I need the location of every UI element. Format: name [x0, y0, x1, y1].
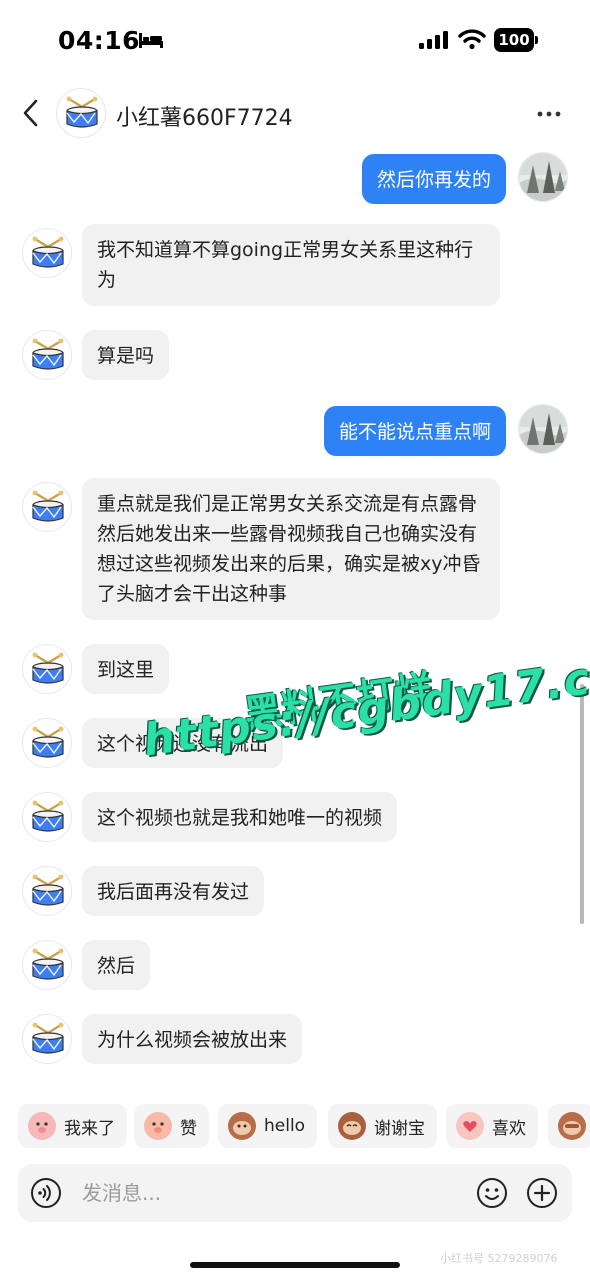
contact-avatar[interactable] — [22, 866, 72, 916]
message-row: 我不知道算不算going正常男女关系里这种行为 — [0, 224, 590, 308]
drum-icon — [32, 490, 64, 522]
message-bubble-incoming[interactable]: 为什么视频会被放出来 — [82, 1014, 303, 1064]
message-bubble-incoming[interactable]: 然后 — [82, 940, 151, 990]
drum-icon — [32, 726, 64, 758]
home-indicator[interactable] — [190, 1262, 400, 1268]
message-row: 能不能说点重点啊 — [0, 404, 590, 456]
drum-icon — [32, 874, 64, 906]
message-text: 重点就是我们是正常男女关系交流是有点露骨然后她发出来一些露骨视频我自己也确实没有… — [97, 493, 481, 605]
message-text: 然后你再发的 — [376, 169, 491, 191]
drum-icon — [32, 1022, 64, 1054]
my-avatar[interactable] — [518, 152, 568, 202]
back-arrow-icon[interactable] — [20, 98, 42, 128]
status-time: 04:16 — [58, 26, 141, 55]
account-watermark: 小红书号 5279289076 — [440, 1252, 558, 1265]
quick-reply-label: 赞 — [180, 1118, 197, 1139]
drum-icon — [32, 338, 64, 370]
contact-avatar[interactable] — [22, 1014, 72, 1064]
message-bubble-incoming[interactable]: 重点就是我们是正常男女关系交流是有点露骨然后她发出来一些露骨视频我自己也确实没有… — [82, 478, 500, 620]
quick-reply-chip[interactable]: hello — [218, 1104, 318, 1148]
contact-avatar[interactable] — [22, 330, 72, 380]
snow-landscape-avatar-icon — [519, 153, 567, 201]
message-text: 这个视频也就是我和她唯一的视频 — [97, 807, 383, 829]
contact-avatar[interactable] — [22, 482, 72, 532]
pig-thumb-emoji-icon — [144, 1112, 172, 1140]
contact-avatar[interactable] — [22, 792, 72, 842]
cellular-signal-icon — [419, 31, 448, 49]
message-text: 我不知道算不算going正常男女关系里这种行为 — [97, 239, 474, 291]
monkey-emoji-icon — [228, 1112, 256, 1140]
more-options-icon[interactable] — [536, 110, 562, 118]
add-attachment-icon[interactable] — [526, 1177, 558, 1209]
quick-reply-label: 谢谢宝 — [374, 1118, 425, 1139]
contact-avatar[interactable] — [22, 940, 72, 990]
sleep-bed-icon — [139, 33, 163, 48]
chat-header: 小红薯660F7724 — [0, 84, 590, 144]
quick-reply-chip[interactable]: 喜欢 — [446, 1104, 538, 1148]
contact-avatar[interactable] — [22, 644, 72, 694]
my-avatar[interactable] — [518, 404, 568, 454]
message-text: 能不能说点重点啊 — [338, 421, 491, 443]
wifi-icon — [458, 29, 486, 50]
pig-heart-emoji-icon — [456, 1112, 484, 1140]
message-text: 算是吗 — [97, 345, 155, 367]
drum-icon — [66, 96, 98, 128]
contact-name[interactable]: 小红薯660F7724 — [116, 100, 293, 132]
message-row: 这个视频也就是我和她唯一的视频 — [0, 792, 590, 844]
message-bubble-incoming[interactable]: 我不知道算不算going正常男女关系里这种行为 — [82, 224, 500, 306]
message-text: 到这里 — [97, 659, 155, 681]
message-bubble-outgoing[interactable]: 然后你再发的 — [361, 154, 506, 204]
message-row: 重点就是我们是正常男女关系交流是有点露骨然后她发出来一些露骨视频我自己也确实没有… — [0, 478, 590, 622]
message-bubble-incoming[interactable]: 我后面再没有发过 — [82, 866, 265, 916]
monkey-cover-emoji-icon — [558, 1112, 586, 1140]
voice-input-icon[interactable] — [30, 1177, 62, 1209]
contact-avatar[interactable] — [22, 228, 72, 278]
message-row: 然后 — [0, 940, 590, 992]
quick-reply-label: hello — [264, 1116, 306, 1136]
message-row: 为什么视频会被放出来 — [0, 1014, 590, 1066]
pig-emoji-icon — [28, 1112, 56, 1140]
message-bubble-incoming[interactable]: 到这里 — [82, 644, 170, 694]
battery-level: 100 — [494, 28, 534, 52]
message-row: 到这里 — [0, 644, 590, 696]
battery-tip — [535, 36, 538, 44]
message-text: 我后面再没有发过 — [97, 881, 250, 903]
monkey-bow-emoji-icon — [338, 1112, 366, 1140]
message-text: 为什么视频会被放出来 — [97, 1029, 288, 1051]
snow-landscape-avatar-icon — [519, 405, 567, 453]
drum-icon — [32, 800, 64, 832]
message-bubble-incoming[interactable]: 算是吗 — [82, 330, 170, 380]
status-bar: 04:16 100 — [0, 0, 590, 80]
message-text: 这个视频还没有流出 — [97, 733, 269, 755]
drum-icon — [32, 652, 64, 684]
message-row: 算是吗 — [0, 330, 590, 382]
message-row: 这个视频还没有流出 — [0, 718, 590, 770]
quick-reply-chip[interactable]: 我来了 — [18, 1104, 127, 1148]
message-bubble-incoming[interactable]: 这个视频也就是我和她唯一的视频 — [82, 792, 398, 842]
quick-reply-chip[interactable]: 谢谢宝 — [328, 1104, 437, 1148]
chat-scrollbar[interactable] — [580, 684, 584, 924]
quick-reply-chip[interactable]: 赞 — [134, 1104, 209, 1148]
message-bubble-incoming[interactable]: 这个视频还没有流出 — [82, 718, 284, 768]
contact-avatar[interactable] — [22, 718, 72, 768]
message-input[interactable] — [82, 1178, 462, 1208]
message-row: 我后面再没有发过 — [0, 866, 590, 918]
quick-reply-label: 喜欢 — [492, 1118, 526, 1139]
message-input-bar — [18, 1164, 572, 1222]
message-list[interactable]: 然后你再发的 我不知道算不算going正常男女关系里这种行为 算是吗 能不能说点… — [0, 144, 590, 1074]
quick-reply-chip[interactable] — [548, 1104, 590, 1148]
emoji-picker-icon[interactable] — [476, 1177, 508, 1209]
drum-icon — [32, 948, 64, 980]
contact-avatar[interactable] — [56, 88, 106, 138]
drum-icon — [32, 236, 64, 268]
message-text: 然后 — [97, 955, 136, 977]
battery-indicator: 100 — [494, 28, 538, 52]
message-bubble-outgoing[interactable]: 能不能说点重点啊 — [323, 406, 506, 456]
quick-reply-label: 我来了 — [64, 1118, 115, 1139]
message-row: 然后你再发的 — [0, 152, 590, 204]
quick-reply-bar[interactable]: 我来了 赞 hello 谢谢宝 喜欢 — [0, 1104, 590, 1150]
